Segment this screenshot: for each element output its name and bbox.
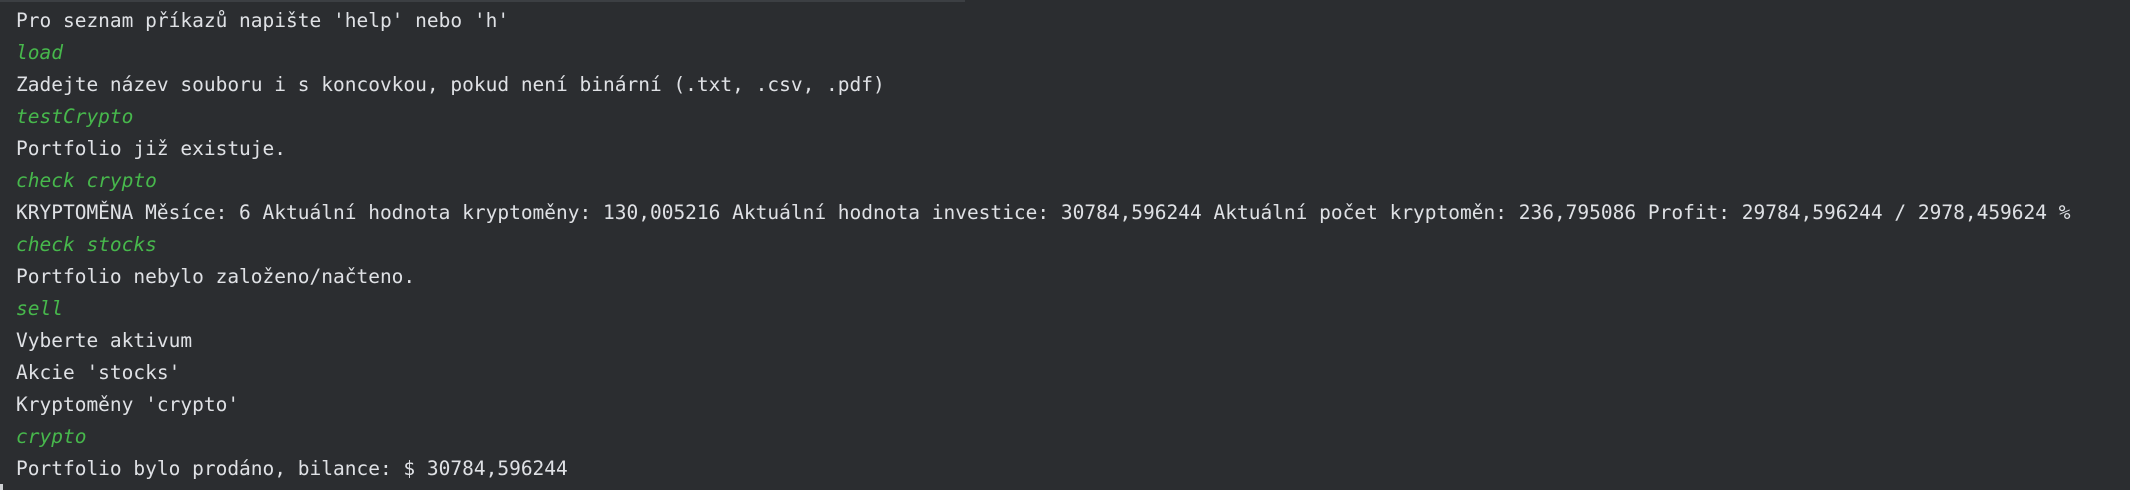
console-output-line: Zadejte název souboru i s koncovkou, pok… — [16, 73, 885, 96]
console-input-line: sell — [16, 297, 63, 320]
run-console-window: { "console": { "lines": [ {"text": "Pro … — [0, 0, 2130, 490]
console-top-divider — [0, 0, 965, 2]
console-output-line: Vyberte aktivum — [16, 329, 193, 352]
console-input-line: crypto — [16, 425, 87, 448]
console-output-line: KRYPTOMĚNA Měsíce: 6 Aktuální hodnota kr… — [16, 201, 2071, 224]
console-output-line: Akcie 'stocks' — [16, 361, 181, 384]
console-input-line: load — [16, 41, 63, 64]
console-output-line: Portfolio bylo prodáno, bilance: $ 30784… — [16, 457, 568, 480]
console-output-line: Portfolio nebylo založeno/načteno. — [16, 265, 416, 288]
console-input-line: testCrypto — [16, 105, 134, 128]
console-input-line: check stocks — [16, 233, 157, 256]
console-output-line: Pro seznam příkazů napište 'help' nebo '… — [16, 9, 510, 32]
console-output-line: Kryptoměny 'crypto' — [16, 393, 240, 416]
console-output-line: Portfolio již existuje. — [16, 137, 287, 160]
text-caret — [0, 484, 3, 490]
console-input-line: check crypto — [16, 169, 157, 192]
console-output[interactable]: Pro seznam příkazů napište 'help' nebo '… — [16, 5, 2130, 485]
